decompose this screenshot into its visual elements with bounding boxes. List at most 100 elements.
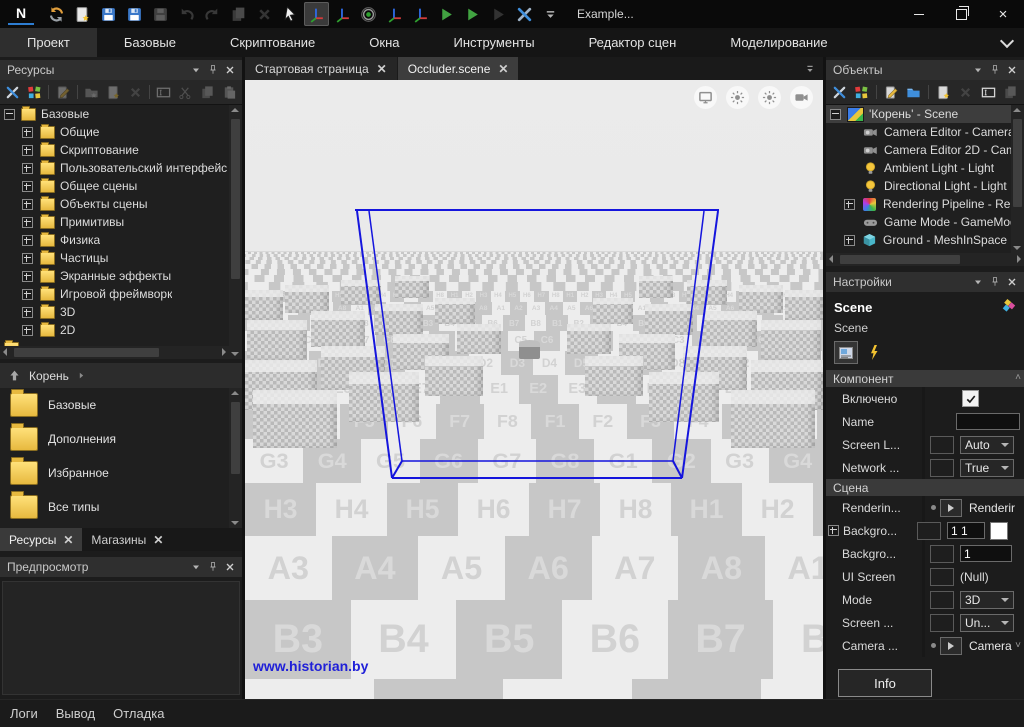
objects-pin-button[interactable] (986, 63, 1003, 78)
scene-object-item[interactable]: Camera Editor 2D - Cam (826, 141, 1024, 159)
tab-close-icon[interactable]: ✕ (153, 533, 163, 547)
scene-object-item[interactable]: Rendering Pipeline - Rer (826, 195, 1024, 213)
scene-object-item[interactable]: Ground - MeshInSpace (826, 231, 1024, 249)
tab-list-button[interactable] (797, 57, 823, 80)
viewport-display-button[interactable] (694, 86, 717, 109)
toolbar-overflow-button[interactable] (538, 2, 563, 26)
collapse-icon[interactable] (830, 109, 841, 120)
collapse-icon[interactable] (4, 109, 15, 120)
objects-tree-vscrollbar[interactable] (1011, 105, 1024, 253)
expand-icon[interactable] (22, 307, 33, 318)
resources-new-folder-button[interactable] (82, 82, 102, 102)
tab-close-icon[interactable]: ✕ (377, 62, 387, 76)
objects-tree-hscrollbar[interactable] (826, 253, 1024, 266)
tree-item-root[interactable]: Базовые (0, 105, 242, 123)
property-row[interactable]: Screen L...Auto (826, 433, 1024, 456)
tree-item[interactable]: Примитивы (0, 213, 242, 231)
expand-icon[interactable] (22, 217, 33, 228)
resources-cut-button[interactable] (176, 82, 196, 102)
tree-item[interactable]: Частицы (0, 249, 242, 267)
tree-item[interactable]: Физика (0, 231, 242, 249)
default-value-box[interactable] (930, 545, 954, 563)
folder-list-item[interactable]: Базовые (0, 388, 242, 422)
menu-scripting[interactable]: Скриптование (203, 28, 342, 57)
default-value-box[interactable] (930, 614, 954, 632)
tree-item[interactable]: Экранные эффекты (0, 267, 242, 285)
default-value-box[interactable] (917, 522, 941, 540)
default-value-box[interactable] (930, 568, 954, 586)
default-value-box[interactable] (930, 591, 954, 609)
tools-button[interactable] (512, 2, 537, 26)
menu-modeling[interactable]: Моделирование (703, 28, 854, 57)
property-row[interactable]: Screen ...Un... (826, 611, 1024, 634)
preview-pin-button[interactable] (204, 560, 221, 575)
viewport-brightness-2-button[interactable] (758, 86, 781, 109)
save-all-button[interactable] (148, 2, 173, 26)
expand-icon[interactable] (844, 199, 855, 210)
objects-edit-button[interactable] (881, 82, 902, 102)
panel-tab-resources[interactable]: Ресурсы✕ (0, 528, 82, 551)
folder-list-item[interactable]: Избранное (0, 456, 242, 490)
statusbar-item-2[interactable]: Отладка (113, 706, 164, 721)
reference-button[interactable] (940, 499, 962, 517)
expand-icon[interactable] (22, 325, 33, 336)
resources-pin-button[interactable] (204, 63, 221, 78)
scene-root-item[interactable]: 'Корень' - Scene (826, 105, 1024, 123)
property-row[interactable]: Camera ...Camera˅ (826, 634, 1024, 657)
select-tool-button[interactable] (278, 2, 303, 26)
resources-paste-button[interactable] (219, 82, 239, 102)
property-row[interactable]: Network ...True (826, 456, 1024, 479)
expand-icon[interactable] (22, 127, 33, 138)
tree-item[interactable]: Общие (0, 123, 242, 141)
resources-addons-button[interactable] (25, 82, 45, 102)
property-row[interactable]: Backgro...1 1 (826, 519, 1024, 542)
objects-delete-button[interactable] (955, 82, 976, 102)
tree-item[interactable]: Общее сцены (0, 177, 242, 195)
expand-icon[interactable] (844, 235, 855, 246)
objects-close-button[interactable] (1003, 63, 1020, 78)
restore-button[interactable] (940, 0, 982, 28)
save-button[interactable] (96, 2, 121, 26)
resources-delete-button[interactable] (125, 82, 145, 102)
tab-close-icon[interactable]: ✕ (63, 533, 73, 547)
document-tab[interactable]: Occluder.scene✕ (398, 57, 519, 80)
scroll-up-icon[interactable]: ˄ (1015, 372, 1021, 383)
property-row[interactable]: Backgro...1 (826, 542, 1024, 565)
expand-icon[interactable] (22, 289, 33, 300)
scene-object-item[interactable]: Camera Editor - Camera (826, 123, 1024, 141)
resources-tools-button[interactable] (3, 82, 23, 102)
property-row[interactable]: Mode3D (826, 588, 1024, 611)
resources-dropdown-button[interactable] (187, 63, 204, 78)
events-tab-button[interactable] (862, 341, 886, 364)
preview-close-button[interactable] (221, 560, 238, 575)
menu-basic[interactable]: Базовые (97, 28, 203, 57)
save-as-button[interactable] (122, 2, 147, 26)
color-value-input[interactable]: 1 1 (947, 522, 985, 539)
menu-windows[interactable]: Окна (342, 28, 426, 57)
objects-addons-button[interactable] (852, 82, 873, 102)
property-row[interactable]: Включено (826, 387, 1024, 410)
scene-object-item[interactable]: Directional Light - Light (826, 177, 1024, 195)
info-button[interactable]: Info (838, 669, 932, 697)
folder-list-item[interactable]: Дополнения (0, 422, 242, 456)
property-dropdown[interactable]: Un... (960, 614, 1014, 632)
new-resource-button[interactable] (70, 2, 95, 26)
viewport-brightness-button[interactable] (726, 86, 749, 109)
scale-tool-button[interactable] (382, 2, 407, 26)
default-value-box[interactable] (930, 436, 954, 454)
resources-tree-vscrollbar[interactable] (229, 105, 242, 359)
expand-icon[interactable] (828, 525, 839, 536)
transform-tool-button[interactable] (408, 2, 433, 26)
tree-item[interactable]: Игровой фреймворк (0, 285, 242, 303)
menu-tools[interactable]: Инструменты (427, 28, 562, 57)
tree-item[interactable]: 3D (0, 303, 242, 321)
breadcrumb-root[interactable]: Корень (29, 369, 69, 383)
play-button[interactable] (434, 2, 459, 26)
resources-edit-button[interactable] (53, 82, 73, 102)
preview-dropdown-button[interactable] (187, 560, 204, 575)
up-arrow-icon[interactable] (8, 369, 21, 382)
play-2-button[interactable] (460, 2, 485, 26)
reference-button[interactable] (940, 637, 962, 655)
property-dropdown[interactable]: Auto (960, 436, 1014, 454)
resources-copy-button[interactable] (198, 82, 218, 102)
